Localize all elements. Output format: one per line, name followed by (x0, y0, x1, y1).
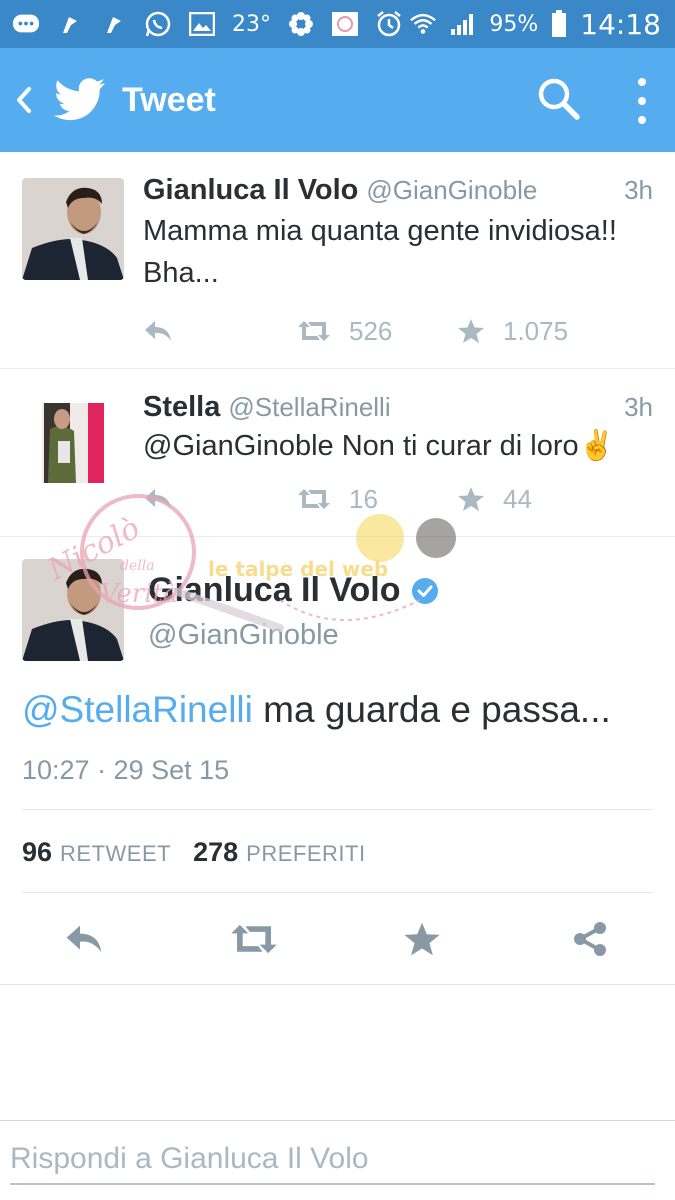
messages-icon (12, 10, 40, 38)
tweet-item[interactable]: Stella @StellaRinelli 3h @GianGinoble No… (0, 369, 675, 537)
app-notification-icon (331, 10, 359, 38)
twitter-notification-icon (56, 10, 84, 38)
page-title: Tweet (122, 80, 216, 119)
tweet-item[interactable]: Gianluca Il Volo @GianGinoble 3h Mamma m… (0, 152, 675, 369)
verified-badge-icon (411, 577, 438, 604)
reply-icon (66, 925, 102, 953)
clock-time: 14:18 (580, 7, 661, 41)
divider (22, 809, 653, 810)
main-tweet-actions (0, 907, 675, 971)
tweet-header: Stella @StellaRinelli 3h (143, 391, 653, 424)
more-vert-icon[interactable] (624, 76, 660, 126)
reply-icon (145, 321, 171, 341)
retweet-icon (231, 924, 277, 954)
retweet-count: 16 (349, 483, 378, 514)
tweet-time: 3h (624, 392, 653, 422)
tweet-text: @StellaRinelli ma guarda e passa... (22, 689, 611, 731)
retweet-button[interactable]: 526 (297, 316, 457, 347)
twitter-bird-icon (54, 78, 106, 122)
author-handle[interactable]: @GianGinoble (148, 619, 339, 652)
retweet-total[interactable]: 96 (22, 837, 52, 868)
tweet-time: 3h (624, 175, 653, 205)
back-chevron-icon[interactable] (4, 48, 44, 152)
search-icon[interactable] (536, 76, 582, 122)
tweet-timestamp: 10:27 · 29 Set 15 (22, 755, 230, 785)
retweet-button[interactable] (228, 919, 280, 959)
retweet-icon (298, 489, 330, 509)
share-icon (574, 922, 606, 956)
alarm-icon (375, 10, 403, 38)
author-name[interactable]: Stella (143, 391, 220, 424)
star-icon (458, 319, 484, 343)
avatar[interactable] (22, 559, 124, 661)
reply-icon (145, 489, 171, 509)
reply-button[interactable] (62, 919, 106, 959)
retweet-count: 526 (349, 315, 393, 346)
tweet-text: Mamma mia quanta gente invidiosa!! Bha..… (143, 215, 617, 289)
star-icon (404, 922, 440, 956)
battery-percent: 95% (489, 11, 539, 37)
retweet-icon (298, 321, 330, 341)
author-name-row[interactable]: Gianluca Il Volo (148, 571, 439, 610)
favorite-button[interactable]: 1.075 (457, 316, 568, 347)
favorite-label[interactable]: PREFERITI (246, 841, 365, 867)
retweet-label[interactable]: RETWEET (60, 841, 171, 867)
main-tweet: Gianluca Il Volo @GianGinoble @StellaRin… (0, 537, 675, 985)
author-handle[interactable]: @GianGinoble (366, 175, 537, 206)
battery-icon (550, 10, 568, 38)
tweet-header: Gianluca Il Volo @GianGinoble 3h (143, 174, 653, 207)
mention-link[interactable]: @StellaRinelli (22, 689, 253, 730)
tweet-text: @GianGinoble Non ti curar di loro✌️ (143, 430, 615, 462)
avatar[interactable] (22, 391, 124, 493)
tweet-actions: 526 1.075 (143, 313, 643, 349)
star-icon (458, 487, 484, 511)
temperature-text: 23° (232, 11, 271, 37)
gallery-icon (188, 10, 216, 38)
status-bar: 23° 95% 14:18 (0, 0, 675, 48)
signal-icon (449, 10, 477, 38)
avatar[interactable] (22, 178, 124, 280)
author-handle[interactable]: @StellaRinelli (228, 392, 390, 423)
favorite-count: 44 (503, 483, 532, 514)
tweet-stats: 96 RETWEET 278 PREFERITI (22, 837, 388, 868)
reply-input[interactable] (10, 1135, 655, 1185)
reply-button[interactable] (143, 487, 297, 511)
tweet-actions: 16 44 (143, 481, 643, 517)
divider (22, 892, 653, 893)
reply-bar (0, 1120, 675, 1200)
favorite-button[interactable]: 44 (457, 484, 532, 515)
author-name[interactable]: Gianluca Il Volo (148, 571, 401, 610)
reply-button[interactable] (143, 319, 297, 343)
wifi-icon (409, 10, 437, 38)
whatsapp-icon (144, 10, 172, 38)
favorite-button[interactable] (400, 919, 444, 959)
divider (0, 984, 675, 985)
retweet-button[interactable]: 16 (297, 484, 457, 515)
twitter-notification-icon-2 (100, 10, 128, 38)
flower-icon (287, 10, 315, 38)
favorite-count: 1.075 (503, 315, 569, 346)
share-button[interactable] (568, 919, 612, 959)
favorite-total[interactable]: 278 (193, 837, 238, 868)
author-name[interactable]: Gianluca Il Volo (143, 174, 358, 207)
app-bar: Tweet (0, 48, 675, 152)
tweet-body: ma guarda e passa... (252, 689, 611, 730)
